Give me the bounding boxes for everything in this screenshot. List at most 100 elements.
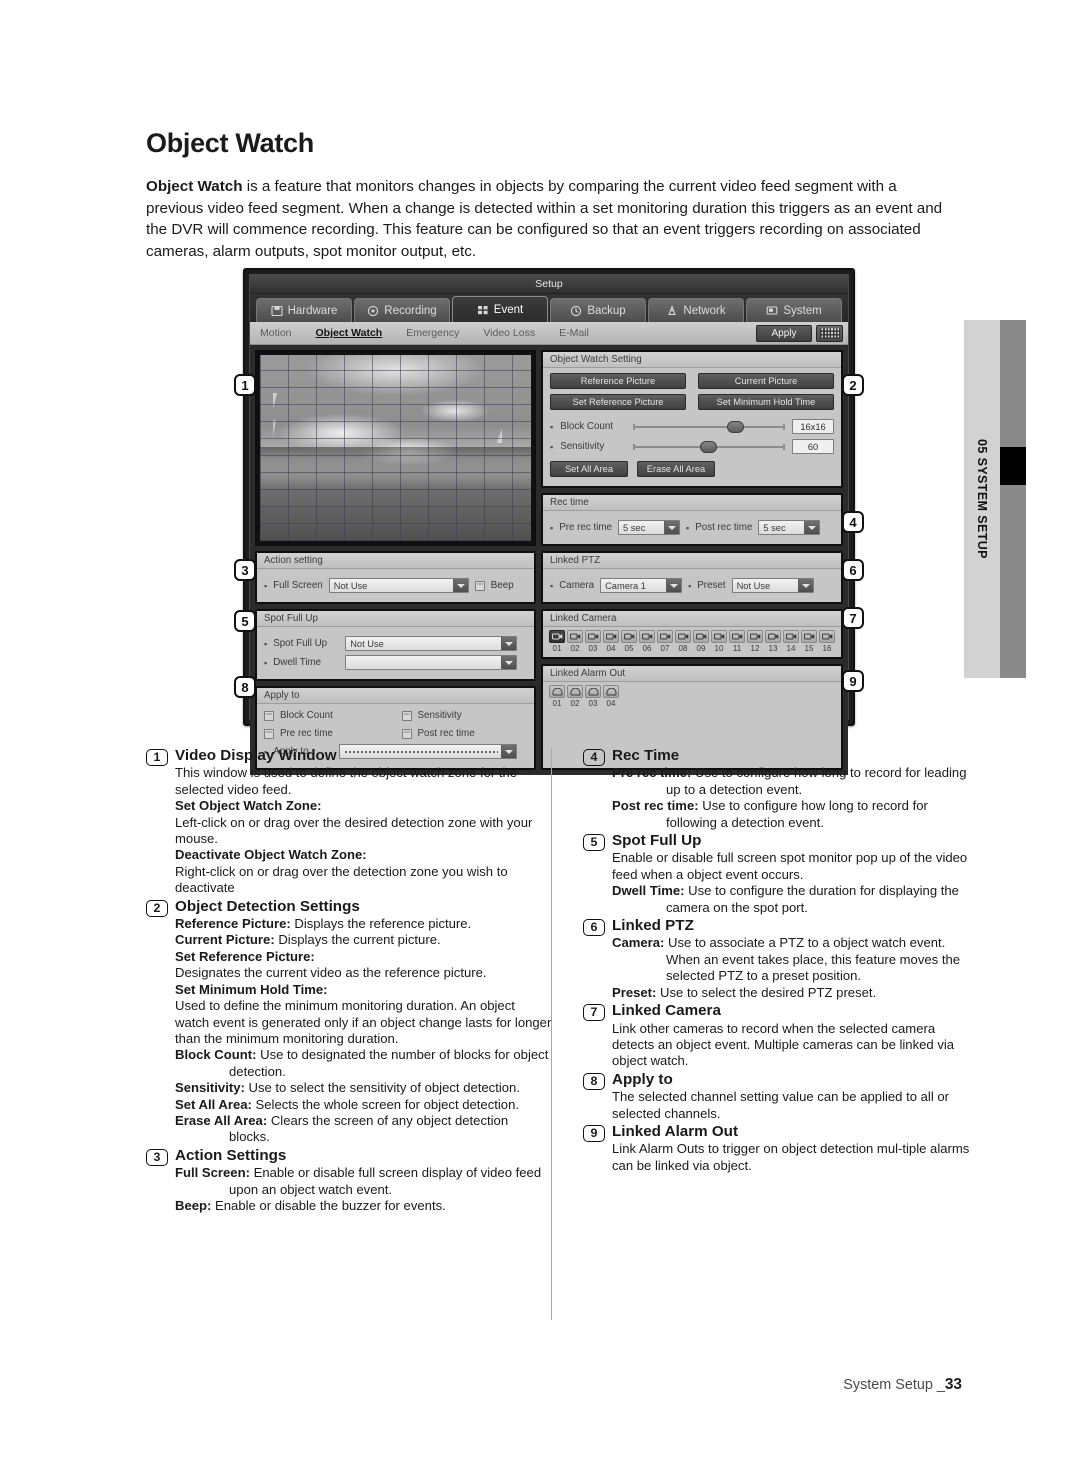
checkbox-sensitivity[interactable] (401, 710, 412, 721)
chevron-down-icon[interactable] (664, 521, 680, 534)
linked-alarm-channel[interactable]: 04 (603, 685, 619, 708)
submenu-video-loss[interactable]: Video Loss (483, 327, 535, 339)
legend-sub-head: Erase All Area: (175, 1112, 268, 1128)
linked-camera-channel[interactable]: 12 (747, 630, 763, 653)
chevron-down-icon[interactable] (804, 521, 820, 534)
channel-number: 06 (642, 644, 652, 653)
camera-icon[interactable] (819, 630, 835, 643)
detection-grid-overlay[interactable] (260, 355, 531, 541)
erase-all-area-button[interactable]: Erase All Area (637, 461, 715, 477)
legend-item-heading: Rec Time (612, 747, 680, 764)
tab-event[interactable]: Event (452, 296, 548, 322)
tab-recording[interactable]: Recording (354, 298, 450, 322)
linked-alarm-channel[interactable]: 01 (549, 685, 565, 708)
checkbox-block-count[interactable] (264, 710, 274, 721)
alarm-icon[interactable] (567, 685, 583, 698)
linked-camera-channel[interactable]: 08 (675, 630, 691, 653)
tab-backup[interactable]: Backup (550, 298, 646, 322)
linked-camera-channel[interactable]: 06 (639, 630, 655, 653)
set-all-area-button[interactable]: Set All Area (550, 461, 628, 477)
post-rec-time-select[interactable]: 5 sec (758, 520, 821, 535)
set-reference-picture-button[interactable]: Set Reference Picture (550, 394, 686, 410)
linked-camera-channel[interactable]: 11 (729, 630, 745, 653)
set-minimum-hold-time-button[interactable]: Set Minimum Hold Time (698, 394, 834, 410)
beep-checkbox[interactable] (474, 580, 485, 591)
linked-camera-channel[interactable]: 02 (567, 630, 583, 653)
camera-icon[interactable] (603, 630, 619, 643)
dwell-time-select[interactable] (345, 655, 518, 670)
linked-camera-channel[interactable]: 15 (801, 630, 817, 653)
sensitivity-slider[interactable] (633, 440, 785, 453)
camera-icon[interactable] (657, 630, 673, 643)
legend-text: Use to configure how long to record for … (666, 765, 967, 797)
camera-icon[interactable] (711, 630, 727, 643)
camera-icon[interactable] (675, 630, 691, 643)
camera-icon[interactable] (567, 630, 583, 643)
keyboard-button[interactable] (816, 325, 843, 342)
sensitivity-slider-knob[interactable] (699, 440, 717, 453)
apply-button[interactable]: Apply (756, 325, 812, 342)
linked-alarm-channel[interactable]: 02 (567, 685, 583, 708)
legend-item-heading: Object Detection Settings (175, 897, 360, 915)
chevron-down-icon[interactable] (452, 579, 468, 592)
camera-icon[interactable] (549, 630, 565, 643)
linked-camera-channel[interactable]: 10 (711, 630, 727, 653)
linked-camera-channel[interactable]: 01 (549, 630, 565, 653)
alarm-icon[interactable] (585, 685, 601, 698)
legend-item-heading: Action Settings (175, 1146, 287, 1164)
pre-rec-time-select[interactable]: 5 sec (618, 520, 681, 535)
linked-camera-channel[interactable]: 04 (603, 630, 619, 653)
legend-line: Right-click on or drag over the detectio… (175, 864, 552, 897)
camera-icon[interactable] (729, 630, 745, 643)
linked-alarm-channel[interactable]: 03 (585, 685, 601, 708)
camera-icon[interactable] (747, 630, 763, 643)
chevron-down-icon[interactable] (501, 637, 517, 650)
tab-system[interactable]: System (746, 298, 842, 322)
spot-full-up-select[interactable]: Not Use (345, 636, 518, 651)
tab-hardware[interactable]: Hardware (256, 298, 352, 322)
spot-full-up-value: Not Use (350, 638, 384, 649)
legend-sub-head: Set All Area: (175, 1096, 252, 1112)
chevron-down-icon[interactable] (797, 579, 813, 592)
linked-camera-channel[interactable]: 14 (783, 630, 799, 653)
reference-picture-button[interactable]: Reference Picture (550, 373, 686, 389)
checkbox-pre-rec-time[interactable] (264, 728, 274, 739)
linked-camera-channel[interactable]: 07 (657, 630, 673, 653)
camera-icon[interactable] (783, 630, 799, 643)
camera-icon[interactable] (621, 630, 637, 643)
block-count-slider-knob[interactable] (727, 420, 745, 433)
tab-network[interactable]: Network (648, 298, 744, 322)
alarm-icon[interactable] (603, 685, 619, 698)
block-count-slider[interactable] (633, 420, 785, 433)
intro-rest: is a feature that monitors changes in ob… (146, 178, 943, 260)
camera-icon[interactable] (801, 630, 817, 643)
current-picture-button[interactable]: Current Picture (698, 373, 834, 389)
camera-icon[interactable] (765, 630, 781, 643)
alarm-icon[interactable] (549, 685, 565, 698)
camera-icon[interactable] (693, 630, 709, 643)
submenu-motion[interactable]: Motion (260, 327, 292, 339)
camera-icon[interactable] (639, 630, 655, 643)
video-display-window[interactable] (255, 350, 536, 546)
full-screen-select[interactable]: Not Use (328, 578, 469, 593)
submenu-emergency[interactable]: Emergency (406, 327, 459, 339)
checkbox-post-rec-time[interactable] (401, 728, 412, 739)
legend-line: Dwell Time: Use to configure the duratio… (612, 883, 975, 916)
ptz-preset-select[interactable]: Not Use (731, 578, 814, 593)
block-count-value: 16x16 (792, 419, 834, 434)
linked-camera-channel[interactable]: 16 (819, 630, 835, 653)
ptz-camera-select[interactable]: Camera 1 (600, 578, 683, 593)
legend-column-left: 1 Video Display Window This window is used… (146, 747, 552, 1216)
linked-camera-channel[interactable]: 13 (765, 630, 781, 653)
linked-camera-channel[interactable]: 03 (585, 630, 601, 653)
linked-camera-channel[interactable]: 09 (693, 630, 709, 653)
chevron-down-icon[interactable] (666, 579, 682, 592)
linked-camera-channel[interactable]: 05 (621, 630, 637, 653)
video-feed[interactable] (260, 355, 531, 541)
spot-full-up-title: Spot Full Up (257, 611, 534, 627)
legend-sub-head: Preset: (612, 984, 657, 1000)
submenu-e-mail[interactable]: E-Mail (559, 327, 589, 339)
submenu-object-watch[interactable]: Object Watch (316, 327, 383, 339)
chevron-down-icon[interactable] (501, 656, 517, 669)
camera-icon[interactable] (585, 630, 601, 643)
